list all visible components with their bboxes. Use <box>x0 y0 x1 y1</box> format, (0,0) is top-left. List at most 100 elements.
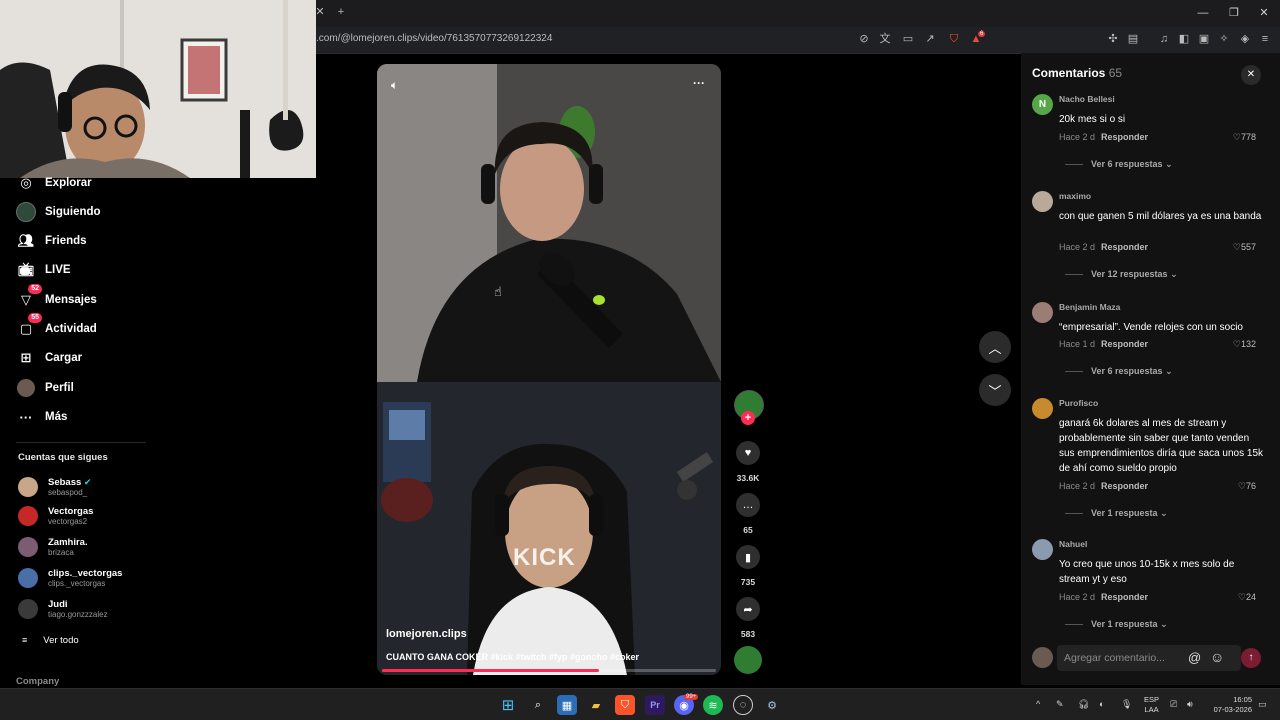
network-icon[interactable]: ⎚ <box>1170 699 1177 710</box>
comment-likes[interactable]: ♡557 <box>1233 242 1256 253</box>
save-button[interactable]: ▮ <box>736 545 760 569</box>
comment-likes[interactable]: ♡778 <box>1233 132 1256 143</box>
music-icon[interactable]: ♫ <box>1157 32 1171 46</box>
comment-item: maximo con que ganen 5 mil dólares ya es… <box>1032 191 1272 281</box>
following-account[interactable]: Zamhira. brizaca <box>18 534 88 560</box>
spotify-icon[interactable]: ≋ <box>703 695 723 715</box>
premiere-icon[interactable]: Pr <box>645 695 665 715</box>
brave-shield-icon[interactable]: ⛉ <box>947 32 961 46</box>
music-disc-icon[interactable] <box>734 646 762 674</box>
avatar[interactable] <box>1032 302 1053 323</box>
leo-ai-icon[interactable]: ✧ <box>1217 32 1231 46</box>
view-replies-button[interactable]: Ver 6 respuestas ⌄ <box>1065 366 1173 377</box>
tray-pen-icon[interactable]: ✎ <box>1056 699 1064 710</box>
following-account[interactable]: Sebass ✔ sebaspod_ <box>18 474 91 500</box>
file-explorer-icon[interactable]: ▰ <box>586 695 606 715</box>
new-tab-button[interactable]: + <box>334 5 348 19</box>
video-author[interactable]: lomejoren.clips <box>386 628 467 640</box>
video-player[interactable]: 🔈︎ ··· KICK lomejoren.clips CUANTO GANA … <box>377 64 721 675</box>
steam-icon[interactable]: ⚙ <box>762 695 782 715</box>
tray-mic-icon[interactable]: 🎙︎ <box>1121 699 1132 710</box>
tray-headset-icon[interactable]: 🎧︎ <box>1078 699 1089 710</box>
sidebar-item-actividad[interactable]: ▢ 55 Actividad <box>16 313 97 340</box>
start-button[interactable]: ⊞ <box>498 695 518 715</box>
sidebar-panel-icon[interactable]: ▤ <box>1126 32 1140 46</box>
widgets-icon[interactable]: ▦ <box>557 695 577 715</box>
avatar[interactable] <box>1032 539 1053 560</box>
tray-steam-icon[interactable]: ◐ <box>1099 699 1104 709</box>
mention-icon[interactable]: @ <box>1188 650 1201 665</box>
sidebar-item-cargar[interactable]: ⊞ Cargar <box>16 347 83 369</box>
menu-icon[interactable]: ≡ <box>1258 32 1272 46</box>
heart-icon: ♥ <box>744 447 752 459</box>
footer-company-link[interactable]: Company <box>16 676 59 687</box>
vpn-icon[interactable]: ◈ <box>1238 32 1252 46</box>
restore-button[interactable]: ❐ <box>1226 6 1242 20</box>
follow-plus-icon[interactable]: + <box>741 411 755 425</box>
sidebar-item-friends[interactable]: 👥︎ Friends <box>16 230 87 252</box>
translate-icon[interactable]: 文 <box>878 32 892 46</box>
comment-button[interactable]: … <box>736 493 760 517</box>
following-account[interactable]: Vectorgas vectorgas2 <box>18 503 93 529</box>
wallet-icon[interactable]: ▣ <box>1197 32 1211 46</box>
volume-tray-icon[interactable]: 🔊︎ <box>1187 699 1193 710</box>
view-replies-button[interactable]: Ver 6 respuestas ⌄ <box>1065 159 1173 170</box>
next-video-button[interactable]: ﹀ <box>979 374 1011 406</box>
minimize-button[interactable]: — <box>1195 6 1211 20</box>
view-replies-button[interactable]: Ver 1 respuesta ⌄ <box>1065 508 1168 519</box>
like-button[interactable]: ♥ <box>736 441 760 465</box>
sidebar-item-mas[interactable]: ··· Más <box>16 406 68 428</box>
following-account[interactable]: Judi tiago.gonzzzalez <box>18 596 108 622</box>
volume-icon[interactable]: 🔈︎ <box>391 78 398 93</box>
cast-icon[interactable]: ▭ <box>901 32 915 46</box>
tracking-off-icon[interactable]: ⊘ <box>857 32 871 46</box>
following-account[interactable]: clips._vectorgas clips._vectorgas <box>18 565 122 591</box>
comment-user[interactable]: Purofisco <box>1059 398 1098 408</box>
close-window-button[interactable]: ✕ <box>1256 6 1272 20</box>
share-button[interactable]: ➦ <box>736 597 760 621</box>
obs-icon[interactable]: ◌ <box>733 695 753 715</box>
comment-likes[interactable]: ♡76 <box>1238 481 1256 492</box>
reply-button[interactable]: Responder <box>1101 132 1148 142</box>
sidebar-item-explorar[interactable]: ◎ Explorar <box>16 172 91 194</box>
tray-overflow-icon[interactable]: ^ <box>1036 699 1040 709</box>
video-progress-bar[interactable] <box>382 669 716 672</box>
sidebar-item-live[interactable]: 📺︎ LIVE <box>16 259 71 281</box>
sidebar-item-mensajes[interactable]: ▽ 52 Mensajes <box>16 284 97 311</box>
share-icon[interactable]: ↗ <box>923 32 937 46</box>
extensions-icon[interactable]: ✣ <box>1106 32 1120 46</box>
reply-button[interactable]: Responder <box>1101 481 1148 491</box>
view-replies-button[interactable]: Ver 12 respuestas ⌄ <box>1065 269 1178 280</box>
avatar[interactable]: N <box>1032 94 1053 115</box>
reply-button[interactable]: Responder <box>1101 339 1148 349</box>
brave-browser-icon[interactable]: ⛉ <box>615 695 635 715</box>
avatar[interactable] <box>1032 398 1053 419</box>
reply-button[interactable]: Responder <box>1101 242 1148 252</box>
language-indicator[interactable]: ESP LAA <box>1144 695 1159 715</box>
view-replies-button[interactable]: Ver 1 respuesta ⌄ <box>1065 619 1168 630</box>
close-comments-button[interactable]: ✕ <box>1241 65 1261 85</box>
sidebar-item-siguiendo[interactable]: Siguiendo <box>16 201 101 223</box>
search-icon[interactable]: ⌕ <box>528 695 548 715</box>
webcam-overlay <box>0 0 316 178</box>
url-text[interactable]: .com/@lomejoren.clips/video/761357077326… <box>316 33 552 44</box>
comment-item: N Nacho Bellesi 20k mes si o si Hace 2 d… <box>1032 94 1272 174</box>
previous-video-button[interactable]: ︿ <box>979 331 1011 363</box>
comment-user[interactable]: Nacho Bellesi <box>1059 94 1115 104</box>
comment-likes[interactable]: ♡24 <box>1238 592 1256 603</box>
comment-likes[interactable]: ♡132 <box>1233 339 1256 350</box>
reply-button[interactable]: Responder <box>1101 592 1148 602</box>
comment-user[interactable]: Nahuel <box>1059 539 1087 549</box>
sidebar-item-perfil[interactable]: Perfil <box>16 377 74 399</box>
notifications-icon[interactable]: ▭ <box>1258 699 1267 710</box>
emoji-icon[interactable]: ☺ <box>1210 649 1224 665</box>
more-options-icon[interactable]: ··· <box>693 76 705 90</box>
clock[interactable]: 16:05 07-03-2026 <box>1204 695 1252 715</box>
comment-user[interactable]: maximo <box>1059 191 1091 201</box>
comment-user[interactable]: Benjamin Maza <box>1059 302 1120 312</box>
send-comment-button[interactable]: ↑ <box>1241 648 1261 668</box>
split-view-icon[interactable]: ◧ <box>1177 32 1191 46</box>
avatar[interactable] <box>1032 191 1053 212</box>
comment-meta: Hace 2 d Responder <box>1059 592 1148 602</box>
see-all-link[interactable]: ≡ Ver todo <box>22 629 79 651</box>
